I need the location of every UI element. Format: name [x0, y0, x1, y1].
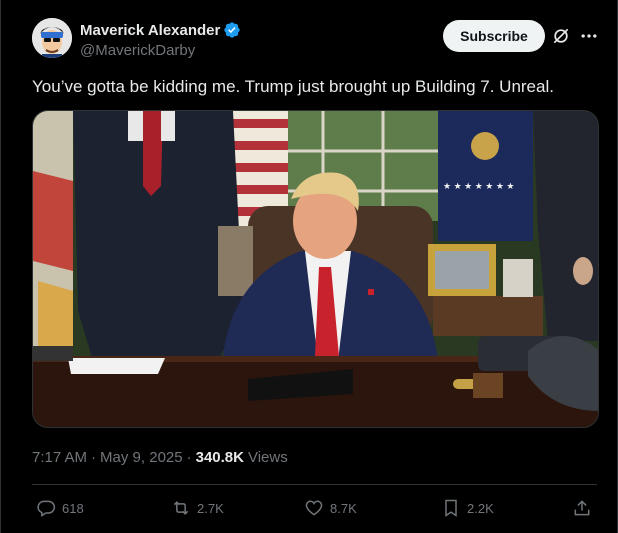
video-scene: ★ ★ ★ ★ ★ ★ ★	[33, 111, 598, 427]
grok-icon[interactable]	[551, 26, 571, 46]
tweet-container: Maverick Alexander @MaverickDarby Subscr…	[0, 0, 618, 533]
subscribe-button[interactable]: Subscribe	[443, 20, 545, 52]
svg-text:★ ★ ★ ★ ★ ★ ★: ★ ★ ★ ★ ★ ★ ★	[443, 181, 514, 191]
retweet-count: 2.7K	[197, 500, 224, 516]
retweet-button[interactable]: 2.7K	[171, 495, 224, 521]
share-button[interactable]	[572, 495, 592, 521]
author-display-name[interactable]: Maverick Alexander	[80, 22, 220, 39]
author-names: Maverick Alexander @MaverickDarby	[80, 20, 241, 59]
tweet-text: You’ve gotta be kidding me. Trump just b…	[32, 77, 554, 96]
reply-count: 618	[62, 500, 84, 516]
action-bar: 618 2.7K 8.7K 2.2K	[32, 495, 599, 521]
tweet-header: Maverick Alexander @MaverickDarby Subscr…	[32, 18, 601, 62]
views-label: Views	[247, 449, 288, 466]
video-thumbnail[interactable]: ★ ★ ★ ★ ★ ★ ★	[32, 110, 599, 428]
tweet-meta: 7:17 AM · May 9, 2025 · 340.8K Views	[32, 449, 288, 466]
divider	[32, 484, 597, 485]
share-icon	[574, 500, 590, 516]
author-avatar[interactable]	[32, 18, 72, 58]
like-button[interactable]: 8.7K	[304, 495, 357, 521]
meta-separator-2: ·	[186, 449, 192, 466]
bookmark-icon	[445, 499, 457, 517]
more-dots-icon[interactable]	[578, 26, 600, 46]
views-count: 340.8K	[195, 449, 244, 466]
avatar-cartoon-icon	[32, 18, 72, 58]
tweet-date[interactable]: May 9, 2025	[100, 449, 183, 466]
bookmark-button[interactable]: 2.2K	[441, 495, 494, 521]
reply-button[interactable]: 618	[36, 495, 84, 521]
heart-icon	[305, 500, 323, 516]
retweet-icon	[173, 501, 189, 515]
tweet-time[interactable]: 7:17 AM	[32, 449, 87, 466]
meta-separator: ·	[91, 449, 97, 466]
bookmark-count: 2.2K	[467, 500, 494, 516]
verified-badge-icon	[224, 22, 241, 38]
reply-icon	[37, 500, 56, 517]
author-handle[interactable]: @MaverickDarby	[80, 42, 241, 59]
like-count: 8.7K	[330, 500, 357, 516]
